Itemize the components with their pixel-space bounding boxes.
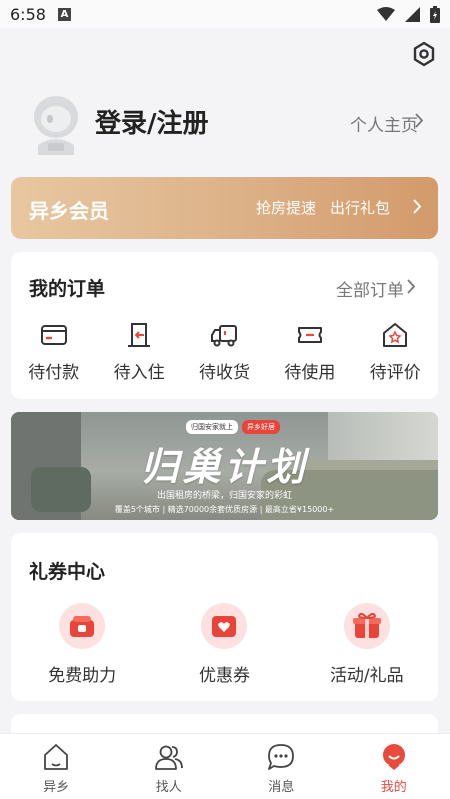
banner-tag-highlight: 异乡好居 [242,420,280,434]
chat-icon [268,744,295,770]
tab-label: 消息 [268,780,295,795]
order-label: 待收货 [198,363,250,383]
bottom-tab-bar: 异乡 找人 消息 我的 [0,733,450,799]
coupon-center-card: 礼券中心 免费助力 优惠券 活动/礼品 [11,533,438,701]
order-pending-payment[interactable]: 待付款 [14,320,94,383]
banner-subtitle: 出国租房的桥梁，归国安家的彩虹 [156,491,292,501]
order-pending-checkin[interactable]: 待入住 [99,320,179,383]
tab-label: 找人 [155,780,182,795]
order-label: 待入住 [113,363,165,383]
login-register-button[interactable]: 登录/注册 [95,103,209,140]
vip-title: 异乡会员 [29,199,109,223]
profile-header: 登录/注册 个人主页 [0,85,450,160]
banner-tag: 归国安家就上 [186,420,238,434]
coupon-label: 活动/礼品 [329,666,404,686]
coupon-label: 免费助力 [48,666,117,686]
coupon-label: 优惠券 [198,666,250,686]
banner-details: 覆盖5个城市 | 精选70000余套优质房源 | 最高立省¥15000+ [114,505,335,514]
chevron-right-icon [413,199,422,214]
tab-find-people[interactable]: 找人 [113,734,226,799]
tab-home[interactable]: 异乡 [0,734,113,799]
orders-title: 我的订单 [29,278,106,300]
chevron-right-icon [407,279,416,294]
wifi-icon [377,6,395,21]
astronaut-avatar-icon[interactable] [28,93,84,155]
order-label: 待评价 [369,363,421,383]
vip-link-priority[interactable]: 抢房提速 [256,197,316,218]
order-pending-receipt[interactable]: 待收货 [184,320,264,383]
vip-link-travel-pack[interactable]: 出行礼包 [330,197,390,218]
chevron-right-icon [415,113,424,128]
home-icon [44,744,69,770]
my-orders-card: 我的订单 全部订单 待付款 待入住 待收货 待使用 待评价 [11,252,438,399]
profile-face-icon [382,744,405,770]
house-star-icon [383,323,408,347]
card-icon [40,325,67,345]
truck-icon [211,325,238,347]
coupon-activities-gifts[interactable]: 活动/礼品 [307,603,427,686]
coupon-free-help[interactable]: 免费助力 [22,603,142,686]
vip-membership-banner[interactable]: 异乡会员 抢房提速 出行礼包 [11,177,438,239]
order-pending-review[interactable]: 待评价 [355,320,435,383]
order-label: 待使用 [284,363,336,383]
present-icon [343,603,390,649]
tab-messages[interactable]: 消息 [225,734,338,799]
people-icon [154,745,183,770]
banner-title: 归巢计划 [140,445,309,489]
status-time: 6:58 [10,4,46,24]
notification-icon: A [57,7,71,21]
all-orders-link[interactable]: 全部订单 [336,276,404,301]
banner-tags: 归国安家就上 异乡好居 [186,420,280,434]
gift-box-icon [59,603,106,649]
order-pending-use[interactable]: 待使用 [270,320,350,383]
order-label: 待付款 [28,363,80,383]
tab-mine[interactable]: 我的 [338,734,450,799]
coupon-discounts[interactable]: 优惠券 [164,603,284,686]
battery-icon [430,5,440,23]
homecoming-plan-banner[interactable]: 归国安家就上 异乡好居 归巢计划 出国租房的桥梁，归国安家的彩虹 覆盖5个城市 … [11,412,438,520]
settings-gear-icon[interactable] [410,40,438,68]
status-bar: 6:58 A [0,0,450,28]
coupon-heart-icon [201,603,248,649]
coupon-center-title: 礼券中心 [29,561,106,583]
tab-label: 异乡 [43,780,70,795]
door-checkin-icon [128,323,151,347]
ticket-icon [297,327,322,343]
personal-homepage-link[interactable]: 个人主页 [350,111,418,136]
signal-icon [405,6,420,22]
tab-label: 我的 [380,780,407,795]
